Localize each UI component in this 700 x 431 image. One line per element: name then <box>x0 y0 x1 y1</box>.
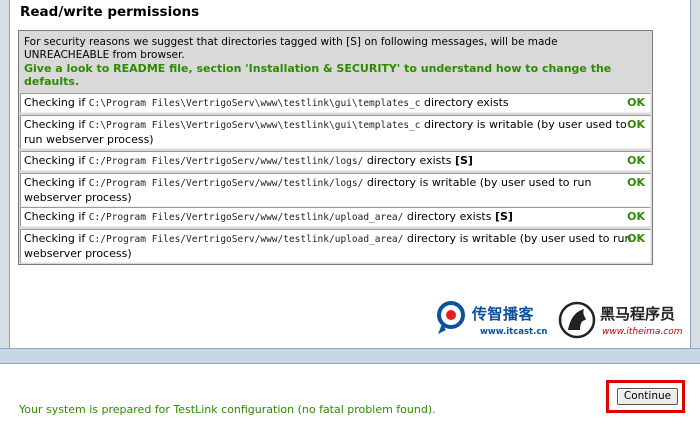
check-prefix: Checking if <box>24 154 89 167</box>
security-intro: For security reasons we suggest that dir… <box>24 36 644 88</box>
horse-head-icon <box>558 301 596 339</box>
check-status: OK <box>627 210 645 223</box>
check-prefix: Checking if <box>24 232 89 245</box>
frame-divider <box>0 348 700 364</box>
itcast-name: 传智播客 <box>472 305 535 323</box>
check-suffix: directory exists <box>363 154 455 167</box>
check-status: OK <box>627 96 645 109</box>
check-suffix: directory exists <box>403 210 495 223</box>
security-tag: [S] <box>454 154 473 167</box>
check-row: Checking if C:\Program Files\VertrigoSer… <box>20 115 651 149</box>
itheima-name: 黑马程序员 <box>600 305 676 323</box>
check-prefix: Checking if <box>24 96 89 109</box>
continue-button[interactable]: Continue <box>617 388 678 405</box>
check-prefix: Checking if <box>24 118 89 131</box>
check-status: OK <box>627 232 645 245</box>
left-frame-border <box>0 0 10 360</box>
security-note: For security reasons we suggest that dir… <box>24 36 558 61</box>
check-status: OK <box>627 176 645 189</box>
check-row: Checking if C:\Program Files\VertrigoSer… <box>20 93 651 113</box>
check-status: OK <box>627 118 645 131</box>
check-path: C:/Program Files/VertrigoServ/www/testli… <box>88 234 404 245</box>
itheima-url: www.itheima.com <box>602 327 683 337</box>
check-path: C:\Program Files\VertrigoServ\www\testli… <box>88 98 421 109</box>
readme-hint: Give a look to README file, section 'Ins… <box>24 62 612 88</box>
itcast-url: www.itcast.cn <box>480 327 548 337</box>
check-row: Checking if C:/Program Files/VertrigoSer… <box>20 173 651 207</box>
check-prefix: Checking if <box>24 176 89 189</box>
itheima-logo: 黑马程序员 www.itheima.com <box>558 300 698 346</box>
section-title: Read/write permissions <box>20 4 200 20</box>
check-suffix: directory exists <box>420 96 509 109</box>
check-row: Checking if C:/Program Files/VertrigoSer… <box>20 207 651 227</box>
watermark-logos: 传智播客 www.itcast.cn 黑马程序员 www.itheima.com <box>436 300 696 346</box>
check-path: C:/Program Files/VertrigoServ/www/testli… <box>88 156 364 167</box>
itcast-mark-icon <box>437 301 465 334</box>
footer-panel <box>0 364 700 431</box>
security-tag: [S] <box>494 210 513 223</box>
check-status: OK <box>627 154 645 167</box>
check-path: C:/Program Files/VertrigoServ/www/testli… <box>88 178 364 189</box>
check-row: Checking if C:/Program Files/VertrigoSer… <box>20 151 651 171</box>
check-path: C:/Program Files/VertrigoServ/www/testli… <box>88 212 404 223</box>
ready-message: Your system is prepared for TestLink con… <box>19 403 436 416</box>
check-path: C:\Program Files\VertrigoServ\www\testli… <box>88 120 421 131</box>
itcast-logo: 传智播客 www.itcast.cn <box>436 300 548 346</box>
check-prefix: Checking if <box>24 210 89 223</box>
check-row: Checking if C:/Program Files/VertrigoSer… <box>20 229 651 263</box>
